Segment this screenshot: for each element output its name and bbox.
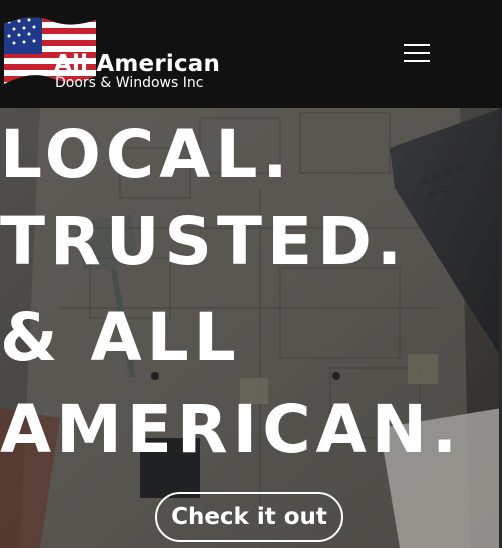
headline-line-4: AMERICAN. bbox=[0, 391, 463, 468]
logo-title: All American bbox=[54, 51, 221, 77]
logo[interactable]: All American Doors & Windows Inc bbox=[2, 14, 220, 94]
logo-subtitle: Doors & Windows Inc bbox=[55, 75, 204, 91]
hamburger-menu-icon[interactable] bbox=[404, 43, 432, 63]
menu-bar bbox=[404, 52, 430, 54]
menu-bar bbox=[404, 60, 430, 62]
site-header: All American Doors & Windows Inc bbox=[0, 0, 502, 108]
headline-line-3: & ALL bbox=[0, 299, 241, 376]
page: All American Doors & Windows Inc LOCAL. … bbox=[0, 0, 502, 548]
menu-bar bbox=[404, 44, 430, 46]
hero-section: LOCAL. TRUSTED. & ALL AMERICAN. Check it… bbox=[0, 108, 502, 548]
headline-line-1: LOCAL. bbox=[0, 116, 293, 193]
check-it-out-button[interactable]: Check it out bbox=[155, 492, 343, 542]
headline-line-2: TRUSTED. bbox=[0, 203, 407, 280]
